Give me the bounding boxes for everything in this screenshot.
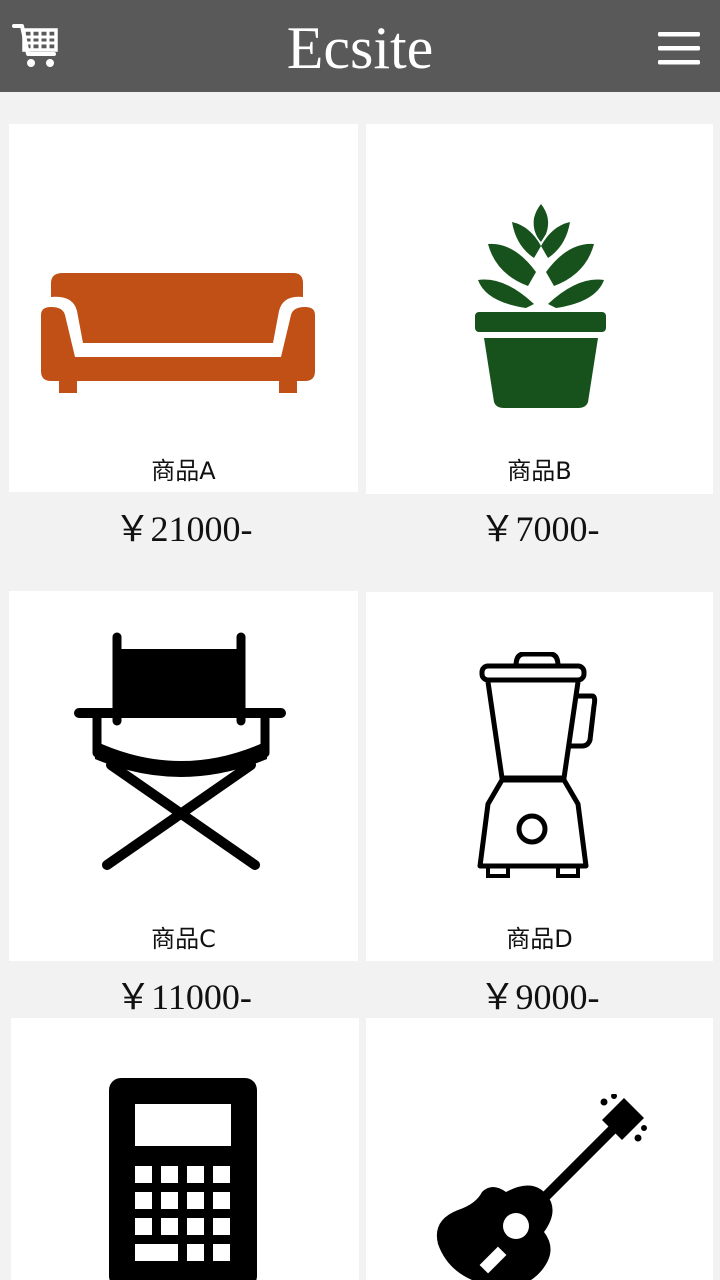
product-name: 商品A <box>151 457 216 485</box>
product-price: ￥9000- <box>479 977 600 1017</box>
product-card[interactable]: 商品C <box>9 591 358 961</box>
hamburger-menu-icon <box>658 32 700 65</box>
product-card[interactable]: 商品D <box>366 592 713 961</box>
product-name: 商品B <box>507 457 572 485</box>
app-header: Ecsite <box>0 0 720 92</box>
product-card[interactable] <box>11 1018 359 1280</box>
potted-plant-icon <box>475 204 606 408</box>
product-name: 商品D <box>506 925 573 953</box>
product-price: ￥21000- <box>114 509 253 549</box>
menu-button[interactable] <box>654 28 706 68</box>
site-title: Ecsite <box>286 15 434 81</box>
product-card[interactable] <box>366 1018 713 1280</box>
directors-chair-icon <box>74 632 286 870</box>
product-card[interactable]: 商品A <box>9 124 358 492</box>
product-card[interactable]: 商品B <box>366 124 713 494</box>
product-name: 商品C <box>151 925 216 953</box>
blender-icon <box>477 652 598 878</box>
sofa-icon <box>41 273 315 393</box>
product-price: ￥11000- <box>115 977 252 1017</box>
calculator-icon <box>109 1078 257 1280</box>
product-price: ￥7000- <box>479 509 600 549</box>
guitar-icon <box>437 1094 647 1280</box>
